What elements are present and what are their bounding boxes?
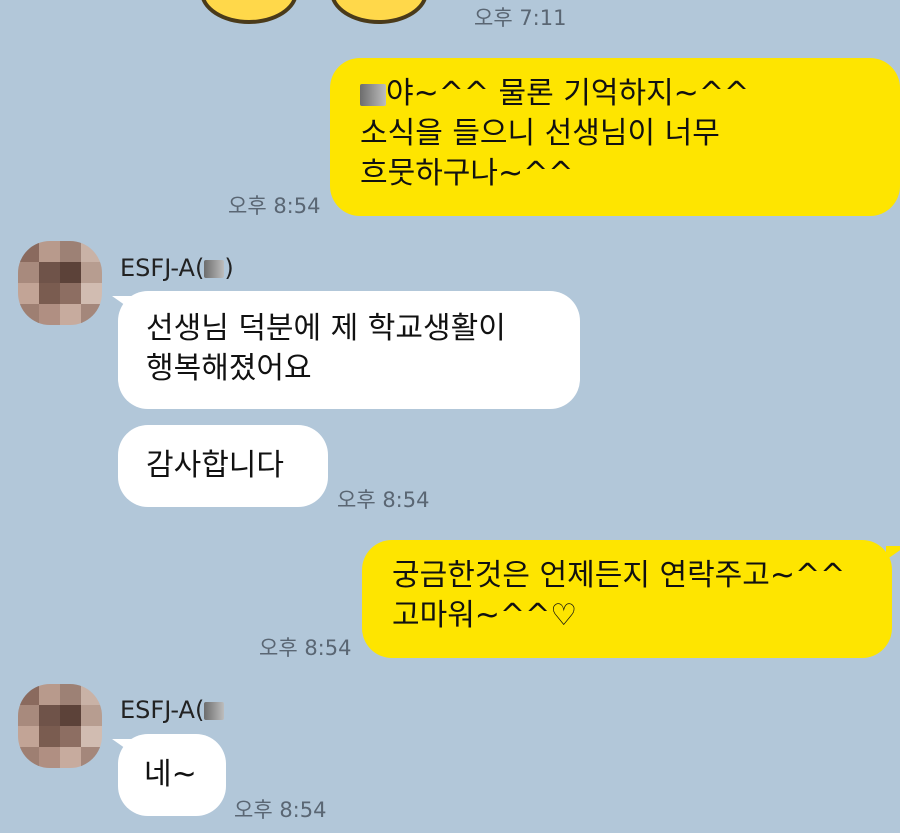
message-time: 오후 7:11: [474, 6, 567, 30]
message-line: 감사합니다: [146, 448, 284, 483]
contact-avatar[interactable]: [18, 684, 102, 768]
redacted-name: [360, 84, 386, 106]
message-line: 고마워~^^♡: [392, 598, 578, 633]
message-time: 오후 8:54: [259, 636, 352, 660]
message-line: 궁금한것은 언제든지 연락주고~^^: [392, 558, 846, 593]
my-message-bubble[interactable]: 궁금한것은 언제든지 연락주고~^^ 고마워~^^♡: [362, 540, 892, 658]
other-message-bubble[interactable]: 감사합니다: [118, 425, 328, 507]
other-message-bubble[interactable]: 네~: [118, 734, 226, 816]
redacted-name: [204, 260, 225, 278]
message-line: 흐뭇하구나~^^: [360, 156, 574, 191]
message-time: 오후 8:54: [228, 194, 321, 218]
message-line: 네~: [144, 757, 197, 792]
other-message-bubble[interactable]: 선생님 덕분에 제 학교생활이 행복해졌어요: [118, 291, 580, 409]
my-message-bubble[interactable]: 야~^^ 물론 기억하지~^^ 소식을 들으니 선생님이 너무 흐뭇하구나~^^: [330, 58, 900, 216]
message-line: 선생님 덕분에 제 학교생활이: [146, 311, 506, 346]
message-line: 소식을 들으니 선생님이 너무: [360, 116, 720, 151]
message-time: 오후 8:54: [337, 488, 430, 512]
emoji-sticker-left: [200, 0, 298, 24]
contact-name: ESFJ-A(: [120, 696, 225, 724]
emoji-sticker-right: [330, 0, 428, 24]
contact-name: ESFJ-A(): [120, 254, 234, 282]
message-line: 야~^^ 물론 기억하지~^^: [360, 74, 900, 114]
message-time: 오후 8:54: [234, 798, 327, 822]
message-line: 행복해졌어요: [146, 351, 312, 386]
contact-avatar[interactable]: [18, 241, 102, 325]
redacted-name: [204, 702, 225, 720]
